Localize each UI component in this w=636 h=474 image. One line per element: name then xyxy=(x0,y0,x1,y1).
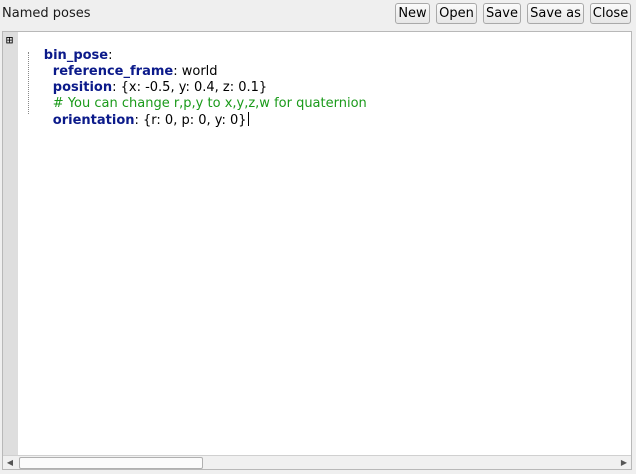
horizontal-scrollbar[interactable]: ◀ ▶ xyxy=(3,455,631,469)
scroll-left-arrow-icon[interactable]: ◀ xyxy=(3,456,17,469)
open-button[interactable]: Open xyxy=(436,3,477,24)
editor-gutter: ⊞ xyxy=(3,32,18,455)
yaml-separator: : xyxy=(134,113,144,128)
scrollbar-thumb[interactable] xyxy=(19,457,203,469)
save-button[interactable]: Save xyxy=(483,3,521,24)
code-area[interactable]: bin_pose: reference_frame: world positio… xyxy=(19,32,631,455)
save-as-button[interactable]: Save as xyxy=(527,3,584,24)
code-line-3: position: {x: -0.5, y: 0.4, z: 0.1} xyxy=(28,64,267,95)
yaml-editor[interactable]: ⊞ bin_pose: reference_frame: world posit… xyxy=(2,31,632,470)
code-line-4: # You can change r,p,y to x,y,z,w for qu… xyxy=(28,80,367,111)
panel-title: Named poses xyxy=(2,6,91,21)
yaml-key: orientation xyxy=(52,113,135,128)
code-line-1: bin_pose: xyxy=(19,32,113,63)
yaml-value: {r: 0, p: 0, y: 0} xyxy=(143,113,247,128)
fold-toggle-icon[interactable]: ⊞ xyxy=(5,34,14,46)
scroll-right-arrow-icon[interactable]: ▶ xyxy=(617,456,631,469)
new-button[interactable]: New xyxy=(395,3,430,24)
text-cursor xyxy=(247,112,249,126)
code-line-2: reference_frame: world xyxy=(28,48,218,79)
toolbar: Named poses New Open Save Save as Close xyxy=(0,0,636,30)
code-line-5: orientation: {r: 0, p: 0, y: 0} xyxy=(28,96,249,128)
close-button[interactable]: Close xyxy=(590,3,631,24)
